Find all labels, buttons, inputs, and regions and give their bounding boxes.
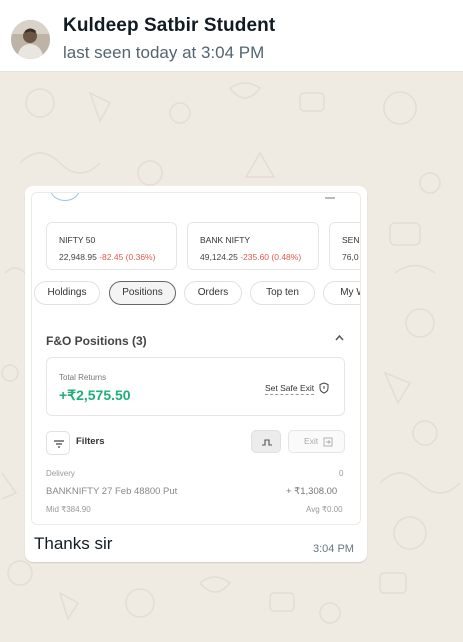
set-safe-exit-link: Set Safe Exit (265, 383, 315, 395)
tab-holdings: Holdings (34, 281, 100, 305)
index-change: -82.45 (0.36%) (99, 252, 156, 262)
index-card-banknifty: BANK NIFTY 49,124.25 -235.60 (0.48%) (187, 222, 319, 270)
exit-button: Exit (288, 430, 345, 453)
shared-image[interactable]: NIFTY 50 22,948.95 -82.45 (0.36%) BANK N… (31, 192, 361, 525)
position-instrument: BANKNIFTY 27 Feb 48800 Put (46, 486, 178, 497)
contact-avatar[interactable] (11, 20, 50, 59)
filter-button (46, 431, 70, 455)
contact-name[interactable]: Kuldeep Satbir Student (63, 15, 275, 37)
payoff-chart-icon (262, 439, 272, 446)
message-timestamp: 3:04 PM (313, 543, 354, 555)
chart-toggle-button (251, 430, 281, 453)
index-name: NIFTY 50 (59, 235, 96, 245)
total-returns-value: +₹2,575.50 (59, 387, 131, 403)
tab-positions: Positions (109, 281, 176, 305)
shield-icon (319, 381, 329, 399)
chevron-up-icon (335, 334, 344, 345)
index-name: BANK NIFTY (200, 235, 251, 245)
chat-background: NIFTY 50 22,948.95 -82.45 (0.36%) BANK N… (0, 73, 463, 642)
message-text: Thanks sir (34, 534, 113, 553)
position-mid-price: Mid ₹384.90 (46, 505, 91, 514)
tab-my-watchlist: My W (323, 281, 360, 305)
last-seen-status: last seen today at 3:04 PM (63, 43, 265, 62)
total-returns-label: Total Returns (59, 373, 107, 382)
filter-icon (54, 440, 64, 448)
index-change: -235.60 (0.48%) (240, 252, 302, 262)
index-value: 76,0 (342, 252, 359, 262)
tab-top-ten: Top ten (250, 281, 315, 305)
chat-header[interactable]: Kuldeep Satbir Student last seen today a… (0, 0, 463, 72)
index-card-sensex: SEN 76,0 (329, 222, 360, 270)
filters-label: Filters (76, 436, 105, 447)
divider (325, 197, 335, 199)
message-bubble[interactable]: NIFTY 50 22,948.95 -82.45 (0.36%) BANK N… (25, 186, 367, 562)
index-name: SEN (342, 235, 360, 245)
partial-logo (50, 193, 80, 201)
position-avg-price: Avg ₹0.00 (306, 505, 343, 514)
position-pnl: + ₹1,308.00 (286, 486, 338, 497)
tab-orders: Orders (184, 281, 242, 305)
exit-label: Exit (304, 436, 319, 446)
section-title: F&O Positions (3) (46, 334, 147, 348)
exit-icon (323, 437, 333, 447)
index-value: 49,124.25 -235.60 (0.48%) (200, 252, 302, 262)
index-card-nifty: NIFTY 50 22,948.95 -82.45 (0.36%) (46, 222, 177, 270)
index-value: 22,948.95 -82.45 (0.36%) (59, 252, 156, 262)
position-type: Delivery (46, 469, 75, 478)
position-qty: 0 (339, 469, 344, 478)
total-returns-card: Total Returns +₹2,575.50 Set Safe Exit (46, 357, 345, 416)
